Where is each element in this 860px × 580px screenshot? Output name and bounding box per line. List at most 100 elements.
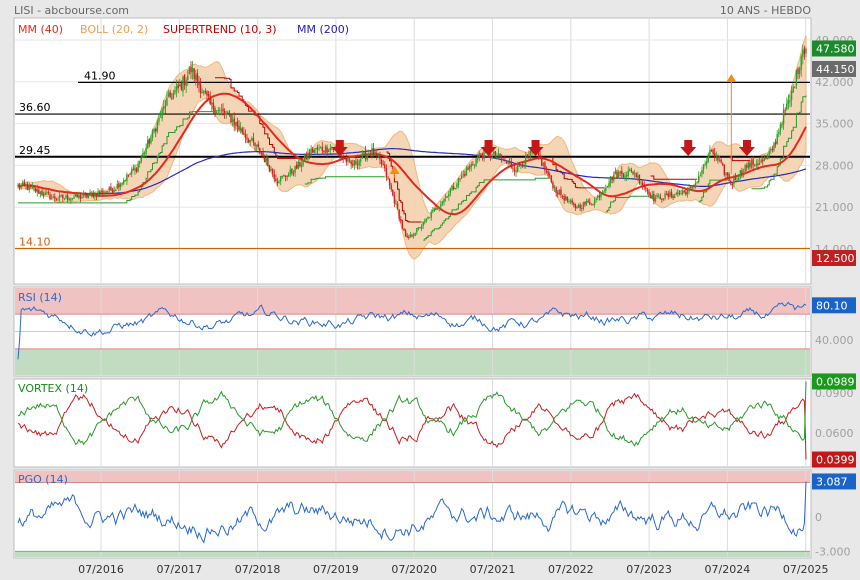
candle-body bbox=[614, 170, 617, 174]
candle-body bbox=[659, 196, 661, 200]
candle-body bbox=[73, 197, 75, 199]
candle-body bbox=[697, 176, 700, 183]
candle-body bbox=[789, 100, 791, 102]
x-tick-label: 07/2018 bbox=[235, 563, 281, 576]
candle-body bbox=[771, 149, 774, 151]
candle-body bbox=[347, 158, 349, 162]
candle-body bbox=[241, 128, 243, 133]
x-tick-label: 07/2021 bbox=[470, 563, 516, 576]
candle-body bbox=[520, 165, 522, 167]
level-label: 14.10 bbox=[19, 235, 51, 248]
candle-body bbox=[579, 204, 581, 209]
candle-body bbox=[480, 153, 482, 155]
candle-body bbox=[786, 103, 788, 110]
candle-body bbox=[400, 218, 402, 221]
pgo-overbought-zone bbox=[15, 471, 810, 483]
candle-body bbox=[244, 134, 247, 138]
candle-body bbox=[523, 164, 525, 167]
candle-body bbox=[100, 190, 102, 193]
candle-body bbox=[179, 84, 181, 87]
candle-body bbox=[457, 178, 460, 186]
candle-body bbox=[417, 227, 420, 229]
candle-body bbox=[496, 156, 498, 158]
candle-body bbox=[425, 218, 428, 221]
candle-body bbox=[790, 90, 793, 100]
candle-body bbox=[217, 110, 219, 112]
candle-body bbox=[797, 68, 799, 74]
candle-body bbox=[18, 185, 21, 188]
candle-body bbox=[292, 173, 295, 175]
candle-body bbox=[720, 159, 722, 163]
candle-body bbox=[730, 180, 732, 183]
candle-body bbox=[608, 182, 610, 187]
candle-body bbox=[95, 194, 98, 197]
candle-body bbox=[754, 165, 756, 167]
candle-body bbox=[476, 156, 479, 160]
candle-body bbox=[726, 172, 729, 176]
candle-body bbox=[302, 159, 304, 166]
candle-body bbox=[380, 159, 383, 165]
candle-body bbox=[86, 193, 88, 198]
candle-body bbox=[366, 154, 368, 160]
candle-body bbox=[268, 164, 271, 172]
candle-body bbox=[762, 159, 764, 162]
candle-body bbox=[131, 169, 133, 174]
candle-body bbox=[118, 182, 120, 188]
candle-body bbox=[126, 174, 128, 182]
candle-body bbox=[600, 193, 602, 197]
candle-body bbox=[17, 185, 19, 186]
candle-body bbox=[147, 140, 149, 149]
candle-body bbox=[26, 184, 29, 190]
candle-body bbox=[508, 161, 511, 163]
candle-body bbox=[236, 121, 239, 127]
candle-body bbox=[693, 185, 695, 187]
candle-body bbox=[696, 182, 698, 184]
candle-body bbox=[592, 204, 594, 205]
candle-body bbox=[795, 69, 798, 86]
candle-body bbox=[800, 56, 802, 70]
candle-body bbox=[414, 233, 416, 236]
candle-body bbox=[497, 153, 500, 157]
candle-body bbox=[352, 164, 354, 166]
candle-body bbox=[260, 152, 263, 154]
candle-body bbox=[741, 170, 743, 174]
x-tick-label: 07/2024 bbox=[705, 563, 751, 576]
candle-body bbox=[444, 196, 447, 199]
candle-body bbox=[70, 198, 72, 201]
candle-body bbox=[195, 74, 197, 80]
candle-body bbox=[657, 195, 660, 197]
vortex-panel bbox=[13, 378, 812, 468]
candle-body bbox=[632, 171, 634, 174]
candle-body bbox=[542, 163, 545, 166]
candle-body bbox=[174, 90, 176, 94]
candle-body bbox=[119, 184, 122, 187]
candle-body bbox=[715, 155, 718, 157]
legend-mm40: MM (40) bbox=[18, 23, 63, 36]
candle-body bbox=[432, 210, 434, 212]
candle-body bbox=[182, 76, 184, 92]
candle-body bbox=[329, 147, 332, 151]
candle-body bbox=[38, 189, 40, 194]
candle-body bbox=[358, 160, 360, 166]
candle-body bbox=[528, 155, 530, 157]
candle-body bbox=[345, 157, 348, 163]
candle-body bbox=[103, 192, 106, 195]
candle-body bbox=[84, 193, 86, 195]
candle-body bbox=[193, 68, 195, 80]
candle-body bbox=[142, 152, 144, 158]
candle-body bbox=[92, 193, 94, 198]
candle-body bbox=[643, 185, 645, 188]
candle-body bbox=[765, 157, 767, 159]
candle-body bbox=[590, 204, 593, 206]
candle-body bbox=[750, 160, 753, 168]
pgo-last-label: 3.087 bbox=[816, 475, 848, 488]
candle-body bbox=[625, 174, 628, 177]
candle-body bbox=[475, 158, 477, 166]
candle-body bbox=[424, 220, 426, 223]
candle-body bbox=[722, 163, 724, 166]
candle-body bbox=[673, 195, 676, 198]
level-label: 41.90 bbox=[84, 69, 116, 82]
candle-body bbox=[39, 191, 42, 195]
candle-body bbox=[175, 86, 178, 91]
candle-body bbox=[313, 149, 316, 153]
